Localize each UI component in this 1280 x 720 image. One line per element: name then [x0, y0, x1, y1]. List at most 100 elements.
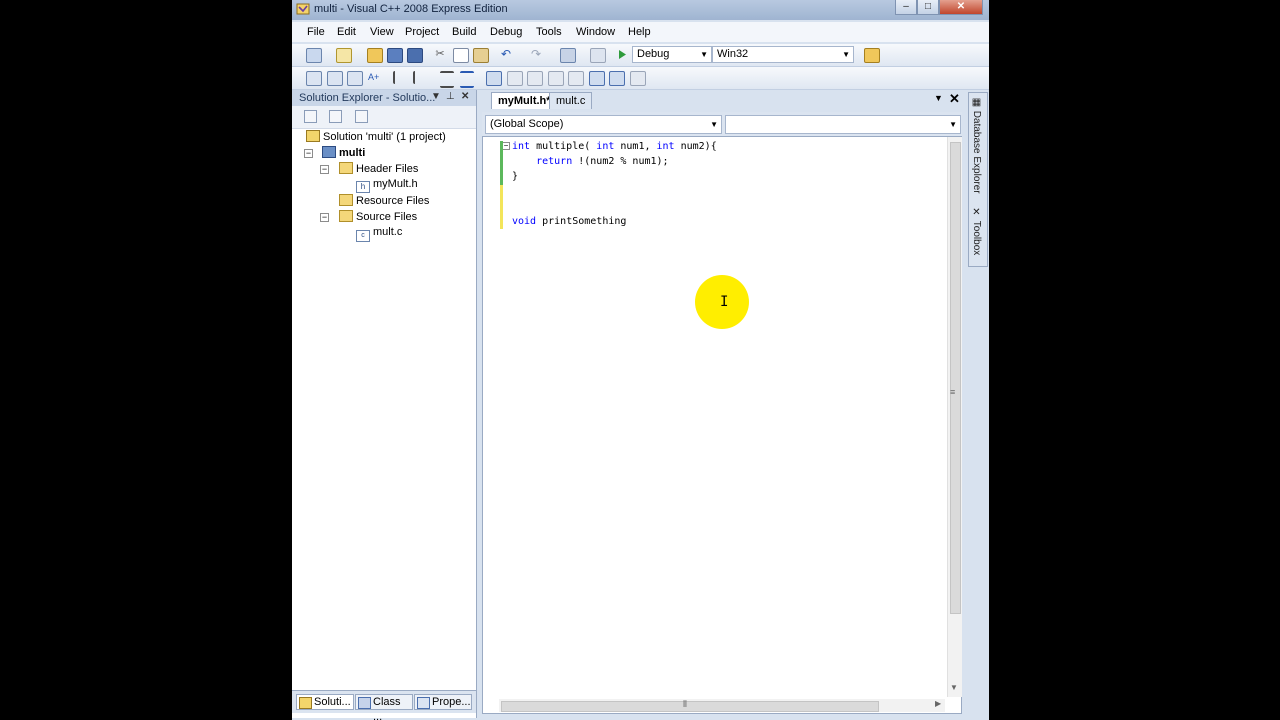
editor-area: myMult.h* mult.c ▼ ✕ (Global Scope) ▼ ▼ … [482, 90, 962, 720]
start-debugging-icon[interactable] [615, 48, 629, 61]
outline-collapse-icon[interactable]: − [502, 142, 510, 150]
tab-mult-c[interactable]: mult.c [549, 92, 593, 109]
unsaved-change-marker [500, 185, 503, 229]
tree-item-solution[interactable]: Solution 'multi' (1 project) [306, 130, 446, 146]
tree-item-mymult-h[interactable]: h myMult.h [356, 178, 418, 194]
code-keyword: return [536, 156, 573, 167]
property-manager-icon [417, 697, 430, 709]
tab-database-explorer[interactable]: ▦ Database Explorer [971, 97, 982, 194]
tab-class-view[interactable]: Class ... [355, 694, 413, 720]
scroll-right-icon[interactable]: ▶ [935, 699, 941, 708]
solution-explorer-toolbar [292, 106, 476, 129]
code-keyword: int [656, 141, 675, 152]
parameter-info-icon[interactable] [347, 71, 363, 86]
tree-item-label: multi [339, 147, 366, 159]
open-file-icon[interactable] [367, 48, 383, 63]
redo-icon[interactable]: ↷ [529, 48, 543, 61]
menu-view[interactable]: View [370, 26, 394, 38]
text-editor-toolbar: A+ [292, 67, 989, 90]
scroll-down-icon[interactable]: ▼ [950, 683, 958, 692]
configuration-select[interactable]: Debug ▼ [632, 46, 712, 63]
collapse-icon[interactable]: − [304, 149, 313, 158]
next-bookmark-in-document-icon[interactable] [609, 71, 625, 86]
solution-explorer-header: Solution Explorer - Solutio... ▼ ⊥ ✕ [292, 90, 476, 106]
copy-icon[interactable] [453, 48, 469, 63]
tool-window-tabs: Soluti... Class ... Prope... [292, 690, 476, 720]
side-tab-label: Database Explorer [971, 110, 982, 194]
menu-help[interactable]: Help [628, 26, 651, 38]
navigate-forward-icon[interactable] [590, 48, 606, 63]
next-bookmark-in-folder-icon[interactable] [568, 71, 584, 86]
navigate-backward-icon[interactable] [560, 48, 576, 63]
tab-solution-explorer[interactable]: Soluti... [296, 694, 354, 710]
next-bookmark-icon[interactable] [527, 71, 543, 86]
close-button[interactable]: ✕ [939, 0, 983, 15]
tab-property-manager[interactable]: Prope... [414, 694, 472, 710]
side-tab-label: Toolbox [971, 220, 982, 256]
collapse-icon[interactable]: − [320, 165, 329, 174]
object-browser-icon[interactable] [306, 71, 322, 86]
menu-window[interactable]: Window [576, 26, 615, 38]
comment-icon[interactable] [440, 71, 454, 88]
clear-bookmarks-icon[interactable] [630, 71, 646, 86]
tree-item-header-files[interactable]: Header Files [339, 162, 418, 178]
save-icon[interactable] [387, 48, 403, 63]
pin-icon[interactable]: ⊥ [446, 91, 455, 102]
increase-indent-icon[interactable] [413, 71, 429, 84]
code-keyword: int [596, 141, 615, 152]
show-all-files-icon[interactable] [329, 110, 342, 123]
scope-select[interactable]: (Global Scope) ▼ [485, 115, 722, 134]
database-icon: ▦ [971, 97, 982, 111]
platform-select[interactable]: Win32 ▼ [712, 46, 854, 63]
menu-project[interactable]: Project [405, 26, 439, 38]
find-in-files-icon[interactable] [864, 48, 880, 63]
tree-item-resource-files[interactable]: Resource Files [339, 194, 429, 210]
menu-edit[interactable]: Edit [337, 26, 356, 38]
navigation-bar: (Global Scope) ▼ ▼ [482, 112, 962, 136]
menu-tools[interactable]: Tools [536, 26, 562, 38]
right-docked-tabs: ▦ Database Explorer ✕ Toolbox [968, 92, 988, 267]
refresh-icon[interactable] [355, 110, 368, 123]
minimize-button[interactable]: – [895, 0, 917, 15]
new-project-icon[interactable] [306, 48, 322, 63]
horizontal-scrollbar[interactable]: ⦀ ▶ [499, 699, 945, 712]
menu-file[interactable]: File [307, 26, 325, 38]
scrollbar-thumb[interactable] [501, 701, 879, 712]
cut-icon[interactable]: ✂ [433, 48, 447, 61]
properties-icon[interactable] [304, 110, 317, 123]
add-item-icon[interactable] [336, 48, 352, 63]
close-icon[interactable]: ✕ [461, 91, 469, 102]
tab-label: Soluti... [314, 696, 351, 708]
window-title: multi - Visual C++ 2008 Express Edition [314, 3, 508, 15]
toggle-bookmark-icon[interactable] [486, 71, 502, 86]
tree-item-project[interactable]: multi [322, 146, 365, 162]
tree-item-mult-c[interactable]: c mult.c [356, 226, 402, 242]
complete-word-icon[interactable]: A+ [368, 71, 382, 84]
previous-bookmark-icon[interactable] [507, 71, 523, 86]
tab-toolbox[interactable]: ✕ Toolbox [971, 207, 982, 255]
previous-bookmark-in-folder-icon[interactable] [548, 71, 564, 86]
code-editor[interactable]: − int multiple( int num1, int num2){ ret… [482, 136, 962, 714]
menu-build[interactable]: Build [452, 26, 476, 38]
list-members-icon[interactable] [327, 71, 343, 86]
maximize-button[interactable]: □ [917, 0, 939, 15]
tab-mymult-h[interactable]: myMult.h* [491, 92, 558, 109]
undo-icon[interactable]: ↶ [499, 48, 513, 61]
chevron-down-icon[interactable]: ▼ [431, 91, 441, 102]
save-all-icon[interactable] [407, 48, 423, 63]
title-bar: multi - Visual C++ 2008 Express Edition … [292, 0, 989, 20]
decrease-indent-icon[interactable] [393, 71, 409, 84]
active-files-dropdown-icon[interactable]: ▼ [934, 93, 943, 103]
uncomment-icon[interactable] [460, 71, 474, 88]
scrollbar-thumb[interactable] [950, 142, 961, 614]
collapse-icon[interactable]: − [320, 213, 329, 222]
paste-icon[interactable] [473, 48, 489, 63]
vertical-scrollbar[interactable]: ≡ ▼ [947, 137, 962, 697]
scope-value: (Global Scope) [490, 118, 564, 130]
previous-bookmark-in-document-icon[interactable] [589, 71, 605, 86]
tree-item-label: myMult.h [373, 178, 418, 190]
tree-item-source-files[interactable]: Source Files [339, 210, 417, 226]
menu-debug[interactable]: Debug [490, 26, 522, 38]
close-document-icon[interactable]: ✕ [949, 91, 960, 107]
member-select[interactable]: ▼ [725, 115, 961, 134]
